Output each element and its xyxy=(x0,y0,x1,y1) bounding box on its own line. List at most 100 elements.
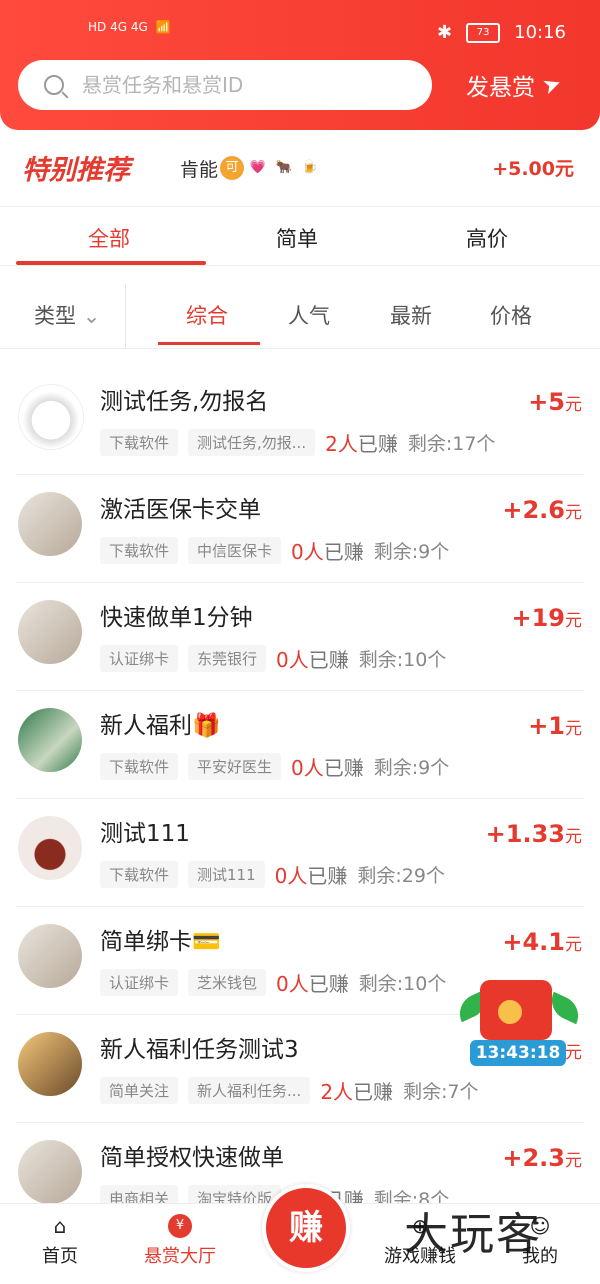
network-indicators: HD 4G 4G 📶 xyxy=(88,20,171,34)
task-tags: 认证绑卡 东莞银行 0人已赚 剩余:10个 xyxy=(100,644,446,673)
remaining-count: 剩余:10个 xyxy=(358,973,447,995)
task-title: 新人福利🎁 xyxy=(100,713,221,739)
task-price: +1元 xyxy=(528,712,582,740)
task-tag: 下载软件 xyxy=(100,537,179,564)
task-tag: 平安好医生 xyxy=(188,753,282,780)
earned-count: 0人已赚 xyxy=(291,540,364,564)
filter-bar: 类型 ⌄ 综合 人气 最新 价格 xyxy=(0,284,600,349)
filter-divider xyxy=(125,284,126,348)
task-price: +19元 xyxy=(511,604,582,632)
special-recommend[interactable]: 特别推荐 肯能 可 💗 🐂 🍺 +5.00元 xyxy=(0,134,600,202)
avatar xyxy=(18,600,82,664)
nav-reward-hall[interactable]: ¥ 悬赏大厅 xyxy=(130,1214,230,1268)
divider xyxy=(16,1122,584,1123)
chevron-down-icon: ⌄ xyxy=(82,304,101,328)
sort-price[interactable]: 价格 xyxy=(490,300,532,330)
remaining-count: 剩余:9个 xyxy=(373,541,450,563)
tab-all[interactable]: 全部 xyxy=(88,223,130,253)
avatar xyxy=(18,708,82,772)
remaining-count: 剩余:9个 xyxy=(373,757,450,779)
task-title: 快速做单1分钟 xyxy=(100,605,253,631)
divider xyxy=(16,798,584,799)
tab-simple[interactable]: 简单 xyxy=(276,223,318,253)
divider xyxy=(16,582,584,583)
special-title: 特别推荐 xyxy=(22,155,130,186)
task-price: +2.6元 xyxy=(502,496,582,524)
beer-emoji-icon: 🍺 xyxy=(301,160,319,175)
search-bar[interactable] xyxy=(18,60,432,110)
remaining-count: 剩余:10个 xyxy=(358,649,447,671)
red-envelope-timer[interactable]: 13:43:18 xyxy=(453,980,585,1070)
avatar xyxy=(18,384,84,450)
task-title: 激活医保卡交单 xyxy=(100,497,261,523)
signal-icon: 📶 xyxy=(155,20,171,34)
sort-indicator xyxy=(158,342,260,345)
task-row[interactable]: 快速做单1分钟 +19元 认证绑卡 东莞银行 0人已赚 剩余:10个 xyxy=(0,584,600,692)
clock: 10:16 xyxy=(514,22,566,43)
divider xyxy=(16,690,584,691)
task-row[interactable]: 新人福利🎁 +1元 下载软件 平安好医生 0人已赚 剩余:9个 xyxy=(0,692,600,800)
yen-icon: ¥ xyxy=(168,1214,192,1238)
task-tag: 认证绑卡 xyxy=(100,645,179,672)
divider xyxy=(16,906,584,907)
tab-high-price[interactable]: 高价 xyxy=(466,223,508,253)
divider xyxy=(16,474,584,475)
task-title: 简单授权快速做单 xyxy=(100,1145,284,1171)
task-price: +5元 xyxy=(528,388,582,416)
heart-emoji-icon: 💗 xyxy=(249,160,267,175)
sort-popularity[interactable]: 人气 xyxy=(288,300,330,330)
sort-comprehensive[interactable]: 综合 xyxy=(186,300,228,330)
task-title: 新人福利任务测试3 xyxy=(100,1037,299,1063)
remaining-count: 剩余:17个 xyxy=(407,433,496,455)
type-dropdown[interactable]: 类型 ⌄ xyxy=(34,300,100,330)
task-row[interactable]: 测试任务,勿报名 +5元 下载软件 测试任务,勿报... 2人已赚 剩余:17个 xyxy=(0,368,600,476)
task-price: +2.3元 xyxy=(502,1144,582,1172)
task-tags: 简单关注 新人福利任务... 2人已赚 剩余:7个 xyxy=(100,1076,479,1105)
task-tag: 测试任务,勿报... xyxy=(188,429,316,456)
nav-home[interactable]: ⌂ 首页 xyxy=(10,1214,110,1268)
earn-button[interactable]: 赚 xyxy=(262,1184,350,1272)
remaining-count: 剩余:29个 xyxy=(357,865,445,887)
search-input[interactable] xyxy=(80,72,404,98)
task-tag: 东莞银行 xyxy=(188,645,267,672)
task-tag: 中信医保卡 xyxy=(188,537,282,564)
task-tags: 认证绑卡 芝米钱包 0人已赚 剩余:10个 xyxy=(100,968,446,997)
publish-reward-button[interactable]: 发悬赏 ➤ xyxy=(466,68,565,102)
bottom-nav: ⌂ 首页 ¥ 悬赏大厅 赚 ⊕ 游戏赚钱 ☺ 我的 大玩客 xyxy=(0,1184,600,1284)
task-row[interactable]: 激活医保卡交单 +2.6元 下载软件 中信医保卡 0人已赚 剩余:9个 xyxy=(0,476,600,584)
task-tabs: 全部 简单 高价 xyxy=(0,206,600,266)
task-price: +4.1元 xyxy=(502,928,582,956)
tab-indicator xyxy=(16,261,206,265)
status-right: ✱ 73 10:16 xyxy=(437,22,566,43)
avatar xyxy=(18,1140,82,1204)
task-tag: 下载软件 xyxy=(100,429,179,456)
status-bar: HD 4G 4G 📶 ✱ 73 10:16 xyxy=(0,12,600,52)
task-title: 测试任务,勿报名 xyxy=(100,389,269,415)
ke-emoji-icon: 可 xyxy=(220,156,245,180)
avatar xyxy=(18,492,82,556)
earned-count: 0人已赚 xyxy=(274,864,348,888)
task-price: +1.33元 xyxy=(485,820,582,848)
task-tag: 新人福利任务... xyxy=(188,1077,311,1104)
paper-plane-icon: ➤ xyxy=(539,70,566,100)
task-tags: 下载软件 测试任务,勿报... 2人已赚 剩余:17个 xyxy=(100,428,495,457)
special-user: 肯能 可 💗 🐂 🍺 xyxy=(180,155,322,182)
avatar xyxy=(18,924,82,988)
earned-count: 0人已赚 xyxy=(291,756,364,780)
bluetooth-icon: ✱ xyxy=(437,22,453,43)
ox-emoji-icon: 🐂 xyxy=(275,160,293,175)
sort-newest[interactable]: 最新 xyxy=(390,300,432,330)
task-row[interactable]: 测试111 +1.33元 下载软件 测试111 0人已赚 剩余:29个 xyxy=(0,800,600,908)
earned-count: 2人已赚 xyxy=(320,1080,394,1104)
watermark: 大玩客 xyxy=(404,1209,542,1260)
earned-count: 0人已赚 xyxy=(276,648,349,672)
earned-count: 0人已赚 xyxy=(276,972,349,996)
task-tags: 下载软件 中信医保卡 0人已赚 剩余:9个 xyxy=(100,536,449,565)
search-icon xyxy=(44,75,64,95)
earned-count: 2人已赚 xyxy=(325,432,398,456)
header: HD 4G 4G📶 ✱ 73 10:16 发悬赏 ➤ xyxy=(0,0,600,130)
battery-icon: 73 xyxy=(466,22,501,43)
task-tags: 下载软件 测试111 0人已赚 剩余:29个 xyxy=(100,860,445,889)
special-price: +5.00元 xyxy=(492,158,574,180)
task-tag: 简单关注 xyxy=(100,1077,179,1104)
